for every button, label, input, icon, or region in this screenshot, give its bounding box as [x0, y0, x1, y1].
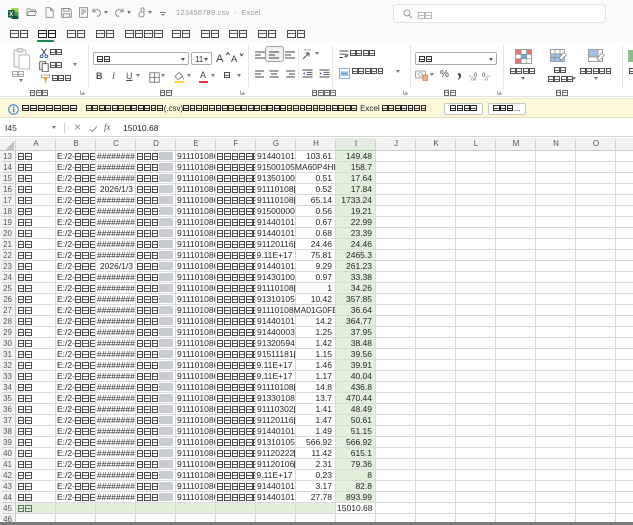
svg-text:.00: .00	[470, 77, 477, 82]
svg-text:A: A	[216, 53, 224, 63]
svg-text:.0: .0	[484, 77, 488, 82]
svg-text:X: X	[9, 11, 14, 18]
svg-text:A: A	[231, 54, 238, 63]
